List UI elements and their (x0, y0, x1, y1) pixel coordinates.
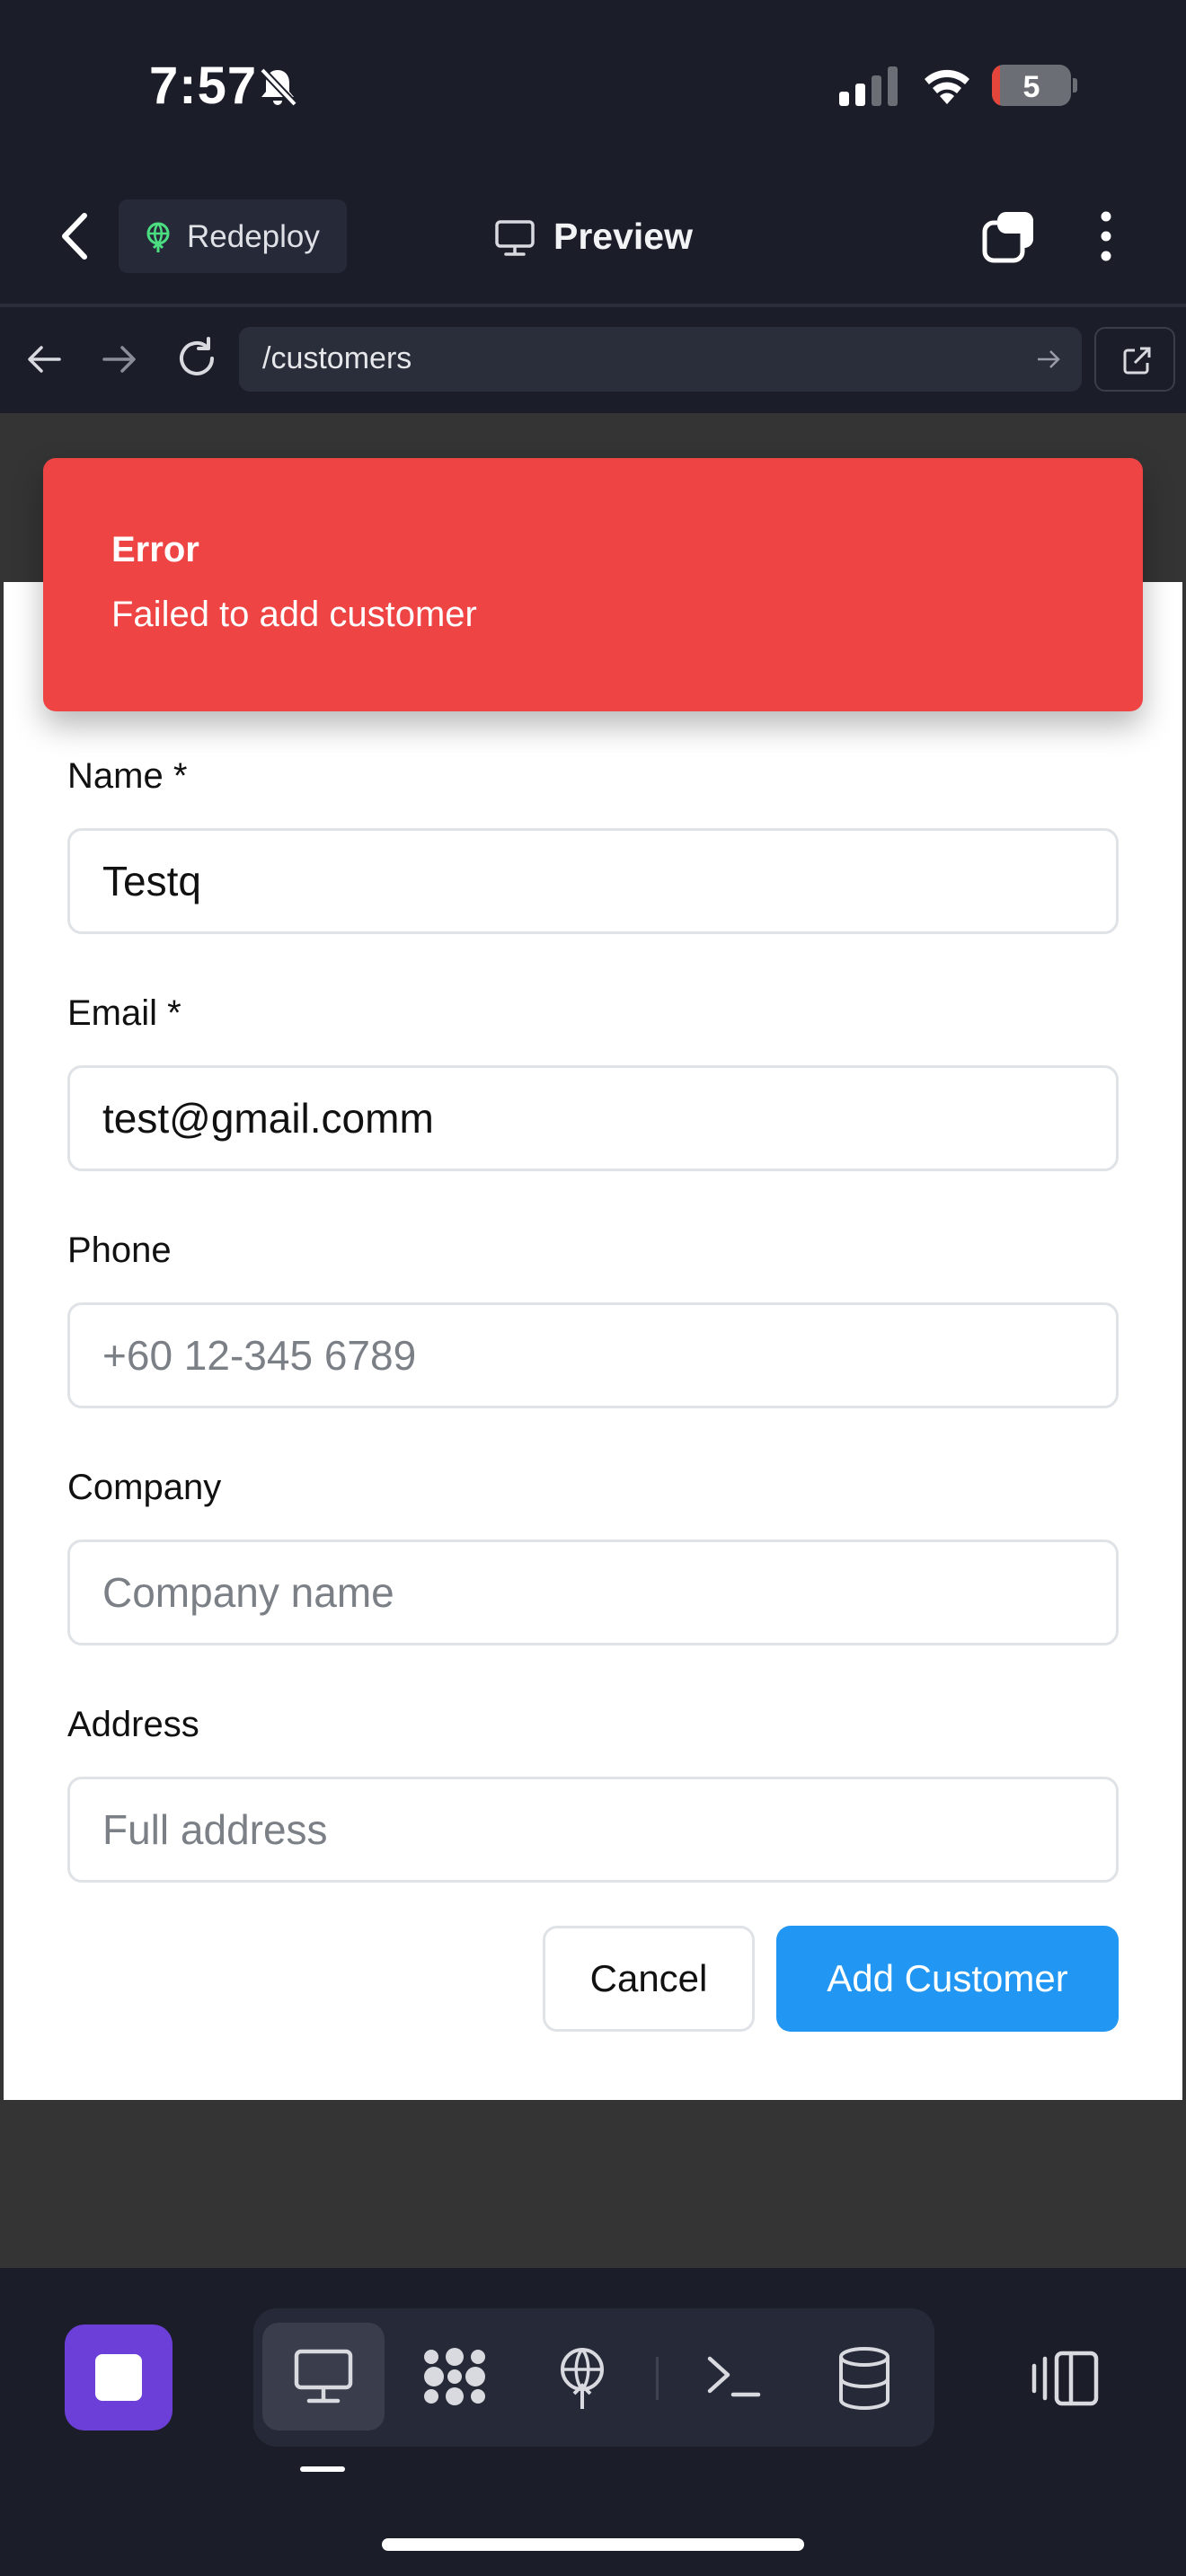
active-tool-indicator (300, 2466, 345, 2472)
url-path: /customers (262, 341, 412, 375)
deploy-icon (146, 222, 170, 252)
redeploy-button[interactable]: Redeploy (119, 199, 347, 273)
browser-forward-icon[interactable] (97, 338, 140, 381)
toast-title: Error (111, 530, 199, 569)
url-bar[interactable]: /customers (239, 327, 1082, 392)
database-icon (839, 2347, 890, 2411)
error-toast[interactable]: Error Failed to add customer (43, 458, 1143, 711)
name-field[interactable] (67, 828, 1119, 934)
external-link-icon (1123, 347, 1151, 375)
signal-icon (839, 66, 898, 106)
integrations-icon (424, 2348, 485, 2405)
tool-integrations[interactable] (392, 2323, 514, 2430)
stop-icon (95, 2354, 142, 2401)
deploy-icon (561, 2348, 604, 2409)
status-bar: 7:57 5 (0, 0, 1186, 171)
preview-icon (294, 2349, 353, 2404)
status-time: 7:57 (149, 57, 258, 115)
address-label: Address (67, 1705, 199, 1744)
tool-terminal[interactable] (672, 2323, 794, 2430)
chevron-left-icon (62, 213, 87, 260)
email-field[interactable] (67, 1065, 1119, 1171)
toast-message: Failed to add customer (111, 595, 477, 634)
company-input[interactable] (70, 1542, 1116, 1643)
tool-deploy[interactable] (521, 2323, 643, 2430)
tool-database[interactable] (803, 2323, 925, 2430)
more-vertical-icon (1101, 211, 1111, 261)
address-field[interactable] (67, 1777, 1119, 1883)
redeploy-label: Redeploy (187, 219, 320, 254)
toolbar-separator (656, 2357, 659, 2400)
name-label: Name * (67, 756, 188, 796)
address-input[interactable] (70, 1779, 1116, 1880)
wifi-icon (925, 69, 969, 104)
terminal-icon (707, 2356, 761, 2397)
arrow-right-icon[interactable] (1035, 347, 1062, 372)
stop-button[interactable] (65, 2325, 173, 2430)
phone-field[interactable] (67, 1302, 1119, 1408)
email-input[interactable] (70, 1068, 1116, 1169)
monitor-icon (495, 220, 535, 256)
browser-back-icon[interactable] (23, 338, 66, 381)
phone-input[interactable] (70, 1305, 1116, 1406)
open-external-button[interactable] (1094, 327, 1175, 392)
reload-icon[interactable] (173, 334, 221, 383)
name-input[interactable] (70, 831, 1116, 931)
tabs-icon (982, 212, 1033, 263)
company-field[interactable] (67, 1539, 1119, 1645)
email-label: Email * (67, 993, 181, 1033)
add-customer-button[interactable]: Add Customer (776, 1926, 1119, 2032)
company-label: Company (67, 1468, 222, 1507)
cancel-button[interactable]: Cancel (543, 1926, 755, 2032)
phone-label: Phone (67, 1231, 172, 1270)
back-button[interactable] (52, 208, 99, 264)
battery-level: 5 (1022, 70, 1040, 104)
battery-icon: 5 (992, 65, 1071, 106)
tool-preview[interactable] (262, 2323, 385, 2430)
preview-label: Preview (553, 216, 693, 257)
battery-tip (1073, 78, 1077, 93)
panel-toggle-icon[interactable] (1030, 2350, 1102, 2407)
home-indicator (382, 2538, 804, 2551)
tabs-button[interactable] (981, 208, 1037, 264)
bell-muted-icon (260, 67, 297, 107)
more-menu-button[interactable] (1093, 208, 1120, 264)
header-divider (0, 304, 1186, 307)
